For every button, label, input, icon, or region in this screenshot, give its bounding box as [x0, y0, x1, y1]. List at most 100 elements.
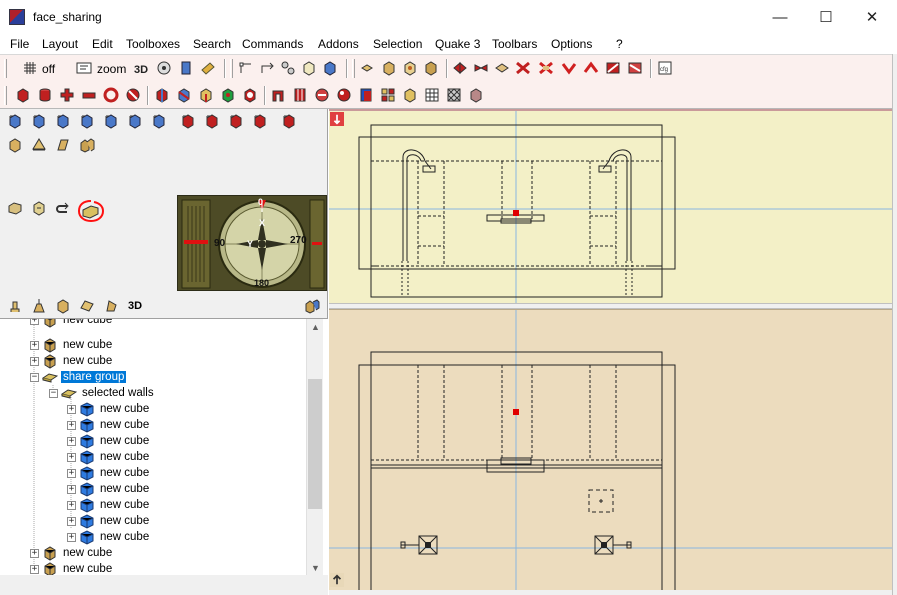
texture-browser-icon[interactable] [154, 58, 174, 78]
arrow-red2-icon[interactable] [559, 58, 579, 78]
brush-icon[interactable] [198, 58, 218, 78]
brush-tool-icon[interactable] [101, 111, 121, 131]
split-icon[interactable] [174, 85, 194, 105]
vertex-icon[interactable] [236, 58, 256, 78]
face-tool-icon[interactable] [202, 111, 222, 131]
tree-expander[interactable]: + [67, 452, 76, 462]
menu-edit[interactable]: Edit [92, 37, 113, 51]
top-view-viewport[interactable] [329, 109, 892, 303]
weight-tool-icon[interactable] [29, 296, 49, 316]
wedge-tool-icon[interactable] [53, 135, 73, 155]
zoom-label[interactable]: zoom [97, 62, 126, 76]
maximize-button[interactable]: ☐ [803, 0, 849, 34]
arrow-red-icon[interactable] [536, 58, 556, 78]
tree-item[interactable]: + new cube [30, 545, 114, 561]
cube-tool-icon[interactable] [5, 135, 25, 155]
flip-red-icon[interactable] [471, 58, 491, 78]
camera-compass[interactable]: 0 X Y 90 270 180 [177, 195, 327, 291]
cylinder-red-icon[interactable] [35, 85, 55, 105]
slab-red-icon[interactable] [79, 85, 99, 105]
face-tool-icon[interactable] [226, 111, 246, 131]
face-share-icon[interactable] [5, 198, 25, 218]
cube-yellow-icon[interactable] [400, 85, 420, 105]
tree-item[interactable]: + new cube [67, 497, 151, 513]
tree-item[interactable]: + new cube [67, 513, 151, 529]
texture-red-icon[interactable] [581, 58, 601, 78]
tree-item[interactable]: + new cube [30, 353, 114, 369]
minimize-button[interactable]: — [757, 0, 803, 34]
polygon-icon[interactable] [299, 58, 319, 78]
edge-icon[interactable] [257, 58, 277, 78]
front-view-viewport[interactable] [329, 309, 892, 592]
tree-item[interactable]: + new cube [67, 401, 151, 417]
tree-expander[interactable]: + [67, 516, 76, 526]
tree-expander[interactable]: + [67, 468, 76, 478]
3d-view-icon[interactable]: 3D [132, 58, 152, 78]
texture-red2-icon[interactable] [603, 58, 623, 78]
face-icon[interactable] [320, 58, 340, 78]
wedge-view-icon[interactable] [101, 296, 121, 316]
grid-toggle-label[interactable]: off [42, 62, 55, 76]
tree-item[interactable]: + new cube [67, 449, 151, 465]
view-up-arrow-icon[interactable] [330, 573, 344, 587]
menu-toolbars[interactable]: Toolbars [492, 37, 537, 51]
tree-item[interactable]: + new cube [67, 529, 151, 545]
brush-tool-icon[interactable] [77, 111, 97, 131]
face-tool-icon[interactable] [178, 111, 198, 131]
tree-horizontal-scrollbar[interactable] [0, 575, 328, 595]
group-view-icon[interactable] [302, 296, 322, 316]
tree-item-selected-walls[interactable]: − selected walls [49, 385, 156, 401]
grid-icon[interactable] [20, 58, 40, 78]
pillar-icon[interactable] [290, 85, 310, 105]
tree-expander[interactable]: + [30, 548, 39, 558]
tree-item[interactable]: + new cube [30, 337, 114, 353]
tree-item[interactable]: + new cube [67, 417, 151, 433]
tree-item[interactable]: + new cube [30, 561, 114, 575]
hollow-icon[interactable] [196, 85, 216, 105]
toolbar-grip[interactable] [230, 59, 233, 78]
tree-item[interactable]: + new cube [67, 481, 151, 497]
flip-icon[interactable] [450, 58, 470, 78]
brush-tool-icon[interactable] [53, 111, 73, 131]
toolbar-grip[interactable] [352, 59, 355, 78]
settings-icon[interactable]: cfg [655, 58, 675, 78]
face-tool-icon[interactable] [279, 111, 299, 131]
plane-view-icon[interactable] [77, 296, 97, 316]
tree-expander[interactable]: + [30, 356, 39, 366]
cube-view-icon[interactable] [53, 296, 73, 316]
scroll-up-arrow-icon[interactable]: ▲ [307, 319, 324, 335]
menu-addons[interactable]: Addons [318, 37, 359, 51]
lattice-icon[interactable] [444, 85, 464, 105]
multi-cube-tool-icon[interactable] [77, 135, 97, 155]
scroll-down-arrow-icon[interactable]: ▼ [307, 560, 324, 575]
brush-tool-icon[interactable] [5, 111, 25, 131]
tree-item[interactable]: + new cube [30, 319, 114, 328]
tree-item-share-group[interactable]: − share group [30, 369, 127, 385]
entity-icon[interactable] [176, 58, 196, 78]
mirror-red-icon[interactable] [513, 58, 533, 78]
sphere-icon[interactable] [466, 85, 486, 105]
door-icon[interactable] [356, 85, 376, 105]
plus-red-icon[interactable] [57, 85, 77, 105]
tree-item[interactable]: + new cube [67, 465, 151, 481]
tree-expander[interactable]: + [67, 500, 76, 510]
face-tool-icon[interactable] [250, 111, 270, 131]
menu-layout[interactable]: Layout [42, 37, 78, 51]
tree-expander[interactable]: − [49, 388, 58, 398]
close-button[interactable]: ✕ [849, 0, 895, 34]
face-link-icon[interactable] [29, 198, 49, 218]
tree-vertical-scrollbar[interactable]: ▲ ▼ [306, 319, 323, 575]
carve-icon[interactable] [218, 85, 238, 105]
share-face-tool-circled-icon[interactable] [77, 197, 105, 223]
merge-icon[interactable] [152, 85, 172, 105]
tree-expander[interactable]: + [67, 420, 76, 430]
menu-selection[interactable]: Selection [373, 37, 422, 51]
tree-expander[interactable]: + [67, 532, 76, 542]
face-select-icon[interactable] [358, 58, 378, 78]
dome-red-icon[interactable] [123, 85, 143, 105]
view-pin-icon[interactable] [330, 112, 344, 126]
3d-view-toggle[interactable]: 3D [125, 296, 145, 316]
menu-help[interactable]: ? [616, 37, 623, 51]
tree-expander[interactable]: − [30, 372, 39, 382]
tree-expander[interactable]: + [67, 436, 76, 446]
